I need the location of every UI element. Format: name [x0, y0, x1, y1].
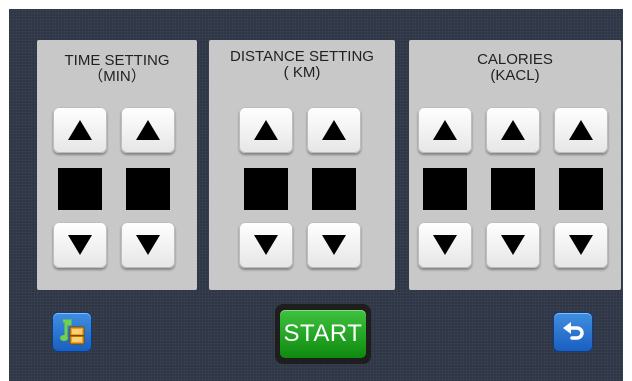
start-button[interactable]: START	[275, 304, 371, 364]
calories-digit3-display	[559, 168, 603, 210]
arrow-down-icon	[136, 235, 160, 255]
arrow-up-icon	[433, 120, 457, 140]
calories-digit2-display	[491, 168, 535, 210]
back-arrow-icon	[563, 322, 584, 340]
arrow-down-icon	[68, 235, 92, 255]
calories-digit2-up-button[interactable]	[486, 107, 540, 153]
calories-label: CALORIES	[477, 51, 553, 68]
arrow-up-icon	[68, 120, 92, 140]
calories-digit3-down-button[interactable]	[554, 222, 608, 268]
calories-digit2-down-button[interactable]	[486, 222, 540, 268]
time-setting-panel: TIME SETTING （MIN）	[37, 40, 197, 290]
time-digit2-up-button[interactable]	[121, 107, 175, 153]
calories-unit: (KACL)	[490, 67, 540, 84]
arrow-down-icon	[433, 235, 457, 255]
music-video-icon	[60, 319, 85, 345]
arrow-down-icon	[569, 235, 593, 255]
screen: TIME SETTING （MIN） DISTANCE SETTING ( KM…	[9, 9, 623, 381]
calories-digit1-up-button[interactable]	[418, 107, 472, 153]
time-digit2-down-button[interactable]	[121, 222, 175, 268]
distance-setting-title: DISTANCE SETTING ( KM)	[209, 49, 395, 81]
start-button-label: START	[280, 310, 366, 358]
distance-digit2-down-button[interactable]	[307, 222, 361, 268]
calories-title: CALORIES (KACL)	[409, 52, 621, 84]
calories-digit1-down-button[interactable]	[418, 222, 472, 268]
arrow-down-icon	[501, 235, 525, 255]
time-digit1-down-button[interactable]	[53, 222, 107, 268]
distance-digit2-up-button[interactable]	[307, 107, 361, 153]
distance-digit1-down-button[interactable]	[239, 222, 293, 268]
distance-setting-label: DISTANCE SETTING	[230, 48, 374, 65]
distance-setting-unit: ( KM)	[283, 64, 321, 81]
arrow-down-icon	[254, 235, 278, 255]
time-setting-unit: （MIN）	[88, 68, 146, 85]
calories-digit1-display	[423, 168, 467, 210]
media-button[interactable]	[53, 313, 91, 351]
distance-digit1-up-button[interactable]	[239, 107, 293, 153]
time-digit1-up-button[interactable]	[53, 107, 107, 153]
calories-digit3-up-button[interactable]	[554, 107, 608, 153]
calories-panel: CALORIES (KACL)	[409, 40, 621, 290]
time-setting-label: TIME SETTING	[64, 52, 170, 69]
arrow-up-icon	[136, 120, 160, 140]
time-digit2-display	[126, 168, 170, 210]
distance-setting-panel: DISTANCE SETTING ( KM)	[209, 40, 395, 290]
time-setting-title: TIME SETTING （MIN）	[37, 53, 197, 85]
time-digit1-display	[58, 168, 102, 210]
back-button[interactable]	[554, 313, 592, 351]
arrow-up-icon	[322, 120, 346, 140]
distance-digit1-display	[244, 168, 288, 210]
arrow-up-icon	[254, 120, 278, 140]
arrow-up-icon	[501, 120, 525, 140]
arrow-down-icon	[322, 235, 346, 255]
arrow-up-icon	[569, 120, 593, 140]
distance-digit2-display	[312, 168, 356, 210]
